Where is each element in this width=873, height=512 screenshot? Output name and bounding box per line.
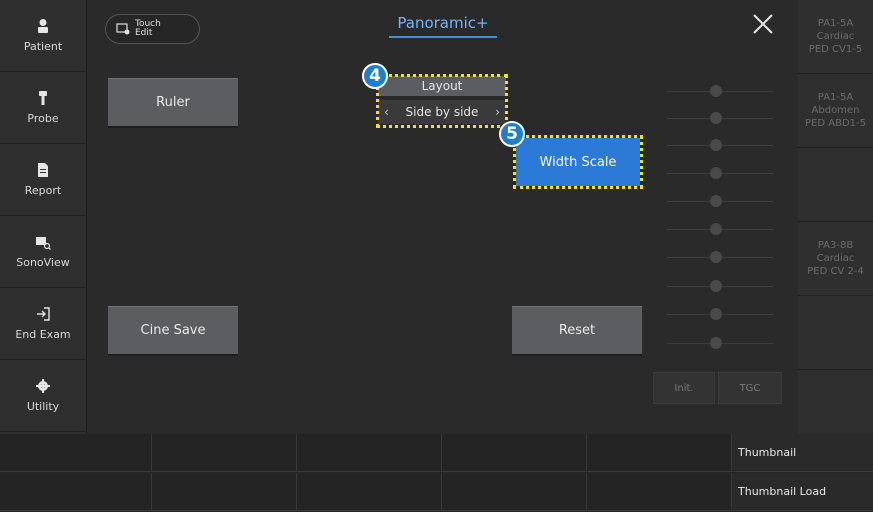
thumbnail-load-button[interactable]: Thumbnail Load [732,473,873,511]
sidebar-item-label: SonoView [16,256,70,269]
tgc-slider-knob[interactable] [710,251,722,263]
sidebar-item-end-exam[interactable]: End Exam [0,288,86,360]
touch-edit-button[interactable]: Touch Edit [105,14,200,44]
probe-preset: PED ABD1-5 [805,118,866,129]
touch-edit-icon [116,23,130,35]
bottom-bar: Thumbnail Thumbnail Load [0,434,873,512]
reset-button[interactable]: Reset [512,306,642,356]
probe-preset-item[interactable] [798,370,873,434]
bottom-soft-key[interactable] [587,434,732,472]
sidebar-item-label: End Exam [15,328,71,341]
report-icon [38,163,48,177]
sonoview-icon [36,237,51,250]
probe-icon [39,91,47,105]
bottom-soft-key[interactable] [297,473,442,511]
callout-badge-5: 5 [499,121,525,147]
sidebar-item-report[interactable]: Report [0,144,86,216]
touch-edit-label-line2: Edit [135,28,153,38]
probe-preset-item[interactable]: PA3-8B Cardiac PED CV 2-4 [798,222,873,296]
thumbnail-button[interactable]: Thumbnail [732,434,873,472]
patient-icon [38,19,48,33]
left-sidebar: Patient Probe Report SonoView End Exam U… [0,0,87,434]
bottom-soft-key[interactable] [0,434,152,472]
probe-application: Abdomen [811,105,860,116]
bottom-soft-key[interactable] [297,434,442,472]
sidebar-item-sonoview[interactable]: SonoView [0,216,86,288]
probe-column: PA1-5A Cardiac PED CV1-5 PA1-5A Abdomen … [798,0,873,434]
tgc-slider-knob[interactable] [710,195,722,207]
probe-preset-item[interactable]: PA1-5A Abdomen PED ABD1-5 [798,74,873,148]
ruler-button[interactable]: Ruler [108,78,238,128]
probe-preset: PED CV1-5 [808,44,863,55]
close-icon[interactable] [750,11,776,37]
tgc-slider-knob[interactable] [710,85,722,97]
width-scale-highlight [513,135,643,189]
probe-application: Cardiac [816,31,855,42]
end-exam-icon [37,307,50,321]
tgc-slider-knob[interactable] [710,167,722,179]
bottom-soft-key[interactable] [152,473,297,511]
sidebar-item-label: Utility [26,400,60,413]
bottom-soft-key[interactable] [0,473,152,511]
probe-model: PA1-5A [817,18,854,29]
sidebar-item-label: Probe [27,112,59,125]
sidebar-item-utility[interactable]: Utility [0,360,86,432]
callout-badge-4: 4 [362,63,388,89]
bottom-soft-key[interactable] [587,473,732,511]
bottom-soft-key[interactable] [442,473,587,511]
probe-model: PA3-8B [817,240,854,251]
probe-preset-item[interactable] [798,296,873,370]
probe-preset: PED CV 2-4 [807,266,864,277]
bottom-soft-key[interactable] [152,434,297,472]
sidebar-item-probe[interactable]: Probe [0,72,86,144]
bottom-soft-key[interactable] [442,434,587,472]
cine-save-button[interactable]: Cine Save [108,306,238,356]
gear-icon [36,379,50,393]
tgc-slider-knob[interactable] [710,112,722,124]
tgc-slider-knob[interactable] [710,280,722,292]
probe-model: PA1-5A [817,92,854,103]
sidebar-item-patient[interactable]: Patient [0,0,86,72]
tgc-slider-knob[interactable] [710,308,722,320]
title-underline [389,36,497,38]
page-title: Panoramic+ [397,14,489,32]
probe-application: Cardiac [816,253,855,264]
probe-preset-item[interactable]: PA1-5A Cardiac PED CV1-5 [798,0,873,74]
tgc-init-button[interactable]: Init. [653,372,715,404]
layout-highlight [376,74,508,128]
tgc-slider-knob[interactable] [710,337,722,349]
tgc-button[interactable]: TGC [718,372,782,404]
tgc-slider-knob[interactable] [710,223,722,235]
probe-preset-item[interactable] [798,148,873,222]
sidebar-item-label: Patient [23,40,63,53]
main-panel: Touch Edit Panoramic+ Ruler Cine Save Re… [87,0,797,434]
tgc-slider-knob[interactable] [710,139,722,151]
sidebar-item-label: Report [24,184,62,197]
